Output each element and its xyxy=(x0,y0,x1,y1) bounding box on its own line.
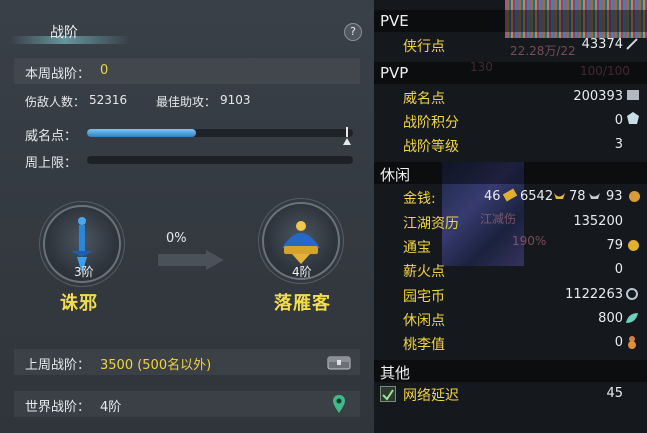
tongbao-coin-icon xyxy=(628,240,639,251)
fire-points-label: 薪火点 xyxy=(403,264,445,280)
assist-value: 9103 xyxy=(220,93,251,107)
sword-mini-icon xyxy=(626,38,638,50)
panel-title: 战阶 xyxy=(50,25,78,41)
money-gold-bar-value: 46 xyxy=(484,189,501,204)
jianghu-exp-label: 江湖资历 xyxy=(403,216,459,232)
money-label: 金钱: xyxy=(403,191,436,207)
chivalry-points-value: 43374 xyxy=(581,37,623,52)
section-other: 其他 xyxy=(374,360,647,382)
rank-panel-header: 战阶 ? xyxy=(0,0,374,46)
fame-progress-fill xyxy=(87,129,197,137)
taoli-value-label: 桃李值 xyxy=(403,337,445,353)
money-silver-value: 78 xyxy=(569,189,586,204)
world-rank-row: 世界战阶： 4阶 xyxy=(14,391,360,417)
next-rank-name: 落雁客 xyxy=(274,293,331,314)
currency-panel: 22.28万/22 130 100/100 江减伤 190% PVE 侠行点 4… xyxy=(374,0,647,433)
crest-icon xyxy=(627,112,639,124)
rank-level-value: 3 xyxy=(614,137,623,152)
garden-coin-label: 园宅币 xyxy=(403,289,445,305)
background-text: 22.28万/22 xyxy=(510,44,576,58)
kills-label: 伤敌人数： xyxy=(25,95,86,109)
kills-value: 52316 xyxy=(89,93,128,107)
assist-label: 最佳助攻： xyxy=(156,95,217,109)
banner-icon xyxy=(627,90,639,100)
arrow-right-icon xyxy=(158,250,224,270)
world-rank-value: 4阶 xyxy=(100,400,122,415)
current-rank-level: 3阶 xyxy=(74,265,94,279)
weekly-rank-value: 0 xyxy=(100,63,109,78)
tongbao-label: 通宝 xyxy=(403,240,431,256)
weekly-rank-row: 本周战阶： 0 xyxy=(14,58,360,84)
section-title: 休闲 xyxy=(380,166,411,184)
fame-progress-bar xyxy=(87,129,353,137)
leaf-icon xyxy=(626,313,638,323)
last-week-row: 上周战阶： 3500 (500名以外) xyxy=(14,349,360,375)
current-rank-name: 诛邪 xyxy=(60,293,98,314)
weekly-cap-progress-bar xyxy=(87,156,353,164)
rank-panel: 战阶 ? 本周战阶： 0 伤敌人数： 52316 最佳助攻： 9103 威名点：… xyxy=(0,0,374,433)
garden-coin-value: 1122263 xyxy=(565,287,623,302)
latency-label: 网络延迟 xyxy=(403,388,459,404)
help-icon[interactable]: ? xyxy=(344,23,362,41)
section-title: PVE xyxy=(380,12,409,30)
checkmark-icon xyxy=(382,389,394,401)
section-title: 其他 xyxy=(380,364,411,382)
silver-ingot-icon xyxy=(589,193,600,199)
money-copper-value: 93 xyxy=(606,189,623,204)
last-week-value: 3500 (500名以外) xyxy=(100,358,212,373)
copper-coin-icon xyxy=(629,191,640,202)
world-rank-label: 世界战阶： xyxy=(25,400,91,415)
rank-score-value: 0 xyxy=(614,113,623,128)
gold-ingot-icon xyxy=(554,193,565,199)
section-pve: PVE xyxy=(374,10,647,32)
background-text: 190% xyxy=(512,234,547,248)
cap-marker-icon xyxy=(343,127,351,145)
weekly-rank-label: 本周战阶： xyxy=(25,67,91,82)
taoli-value-value: 0 xyxy=(614,335,623,350)
fame-points-value: 200393 xyxy=(573,89,623,104)
tongbao-value: 79 xyxy=(606,238,623,253)
fame-points-label: 威名点 xyxy=(403,91,445,107)
latency-checkbox[interactable] xyxy=(380,386,396,402)
section-leisure: 休闲 xyxy=(374,162,647,184)
background-text: 江减伤 xyxy=(480,212,517,226)
chest-icon[interactable] xyxy=(327,354,351,370)
rank-level-label: 战阶等级 xyxy=(403,139,459,155)
fire-points-value: 0 xyxy=(614,262,623,277)
last-week-label: 上周战阶： xyxy=(25,358,91,373)
chivalry-points-label: 侠行点 xyxy=(403,39,445,55)
leisure-points-value: 800 xyxy=(598,311,623,326)
gourd-icon xyxy=(628,336,636,349)
progress-percent: 0% xyxy=(166,231,187,246)
swirl-coin-icon xyxy=(626,288,638,300)
leisure-points-label: 休闲点 xyxy=(403,313,445,329)
rank-score-label: 战阶积分 xyxy=(403,115,459,131)
next-rank-level: 4阶 xyxy=(292,265,312,279)
gold-bar-icon xyxy=(503,188,517,202)
location-pin-icon[interactable] xyxy=(332,394,346,414)
weekly-cap-label: 周上限： xyxy=(25,156,78,171)
fame-label: 威名点： xyxy=(25,129,78,144)
section-title: PVP xyxy=(380,64,409,82)
section-pvp: PVP xyxy=(374,62,647,84)
latency-value: 45 xyxy=(606,386,623,401)
jianghu-exp-value: 135200 xyxy=(573,214,623,229)
money-gold-value: 6542 xyxy=(520,189,554,204)
